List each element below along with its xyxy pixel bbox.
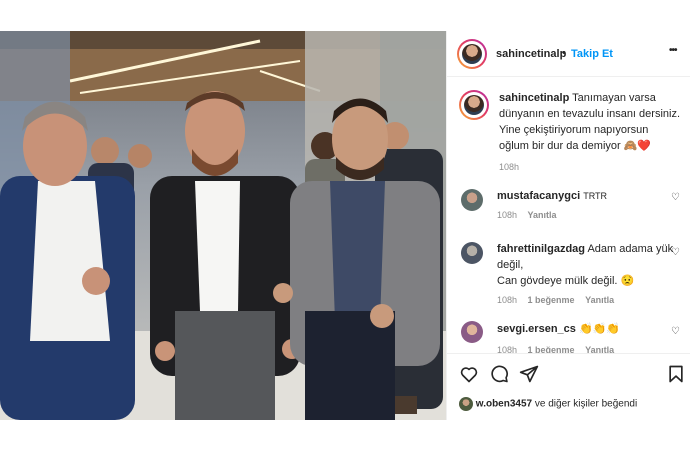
- commenter-avatar[interactable]: [461, 189, 483, 211]
- caption-text-block: sahincetinalp Tanımayan varsa dünyanın e…: [499, 90, 681, 154]
- comment-like-heart-icon[interactable]: ♡: [671, 193, 681, 203]
- likes-line: w.oben3457 ve diğer kişiler beğendi: [459, 397, 689, 411]
- header-separator: •: [562, 47, 566, 59]
- liker-avatar[interactable]: [459, 397, 473, 411]
- comment-likes-count[interactable]: 1 beğenme: [528, 345, 575, 353]
- comment-likes-count[interactable]: 1 beğenme: [528, 295, 575, 305]
- post-actions: w.oben3457 ve diğer kişiler beğendi: [447, 353, 690, 420]
- comment-text-line2: Can gövdeye mülk değil. 😟: [497, 275, 635, 287]
- author-username[interactable]: sahincetinalp: [496, 48, 566, 60]
- comment-item: fahrettinilgazdag Adam adama yük değil, …: [459, 241, 685, 311]
- bookmark-icon[interactable]: [666, 364, 686, 384]
- reply-button[interactable]: Yanıtla: [528, 210, 557, 220]
- heart-icon[interactable]: [459, 364, 479, 384]
- author-avatar[interactable]: [457, 39, 487, 69]
- comment-icon[interactable]: [489, 364, 509, 384]
- comment-username[interactable]: fahrettinilgazdag: [497, 243, 585, 255]
- follow-button[interactable]: Takip Et: [571, 48, 613, 60]
- liker-username[interactable]: w.oben3457: [476, 399, 532, 410]
- likes-rest[interactable]: ve diğer kişiler beğendi: [535, 399, 637, 410]
- comment-username[interactable]: mustafacanygci: [497, 190, 580, 202]
- comment-time[interactable]: 108h: [497, 295, 517, 305]
- comment-item: mustafacanygci TRTR 108h Yanıtla ♡: [459, 188, 685, 228]
- comment-item: sevgi.ersen_cs 👏👏👏 108h 1 beğenme Yanıtl…: [459, 321, 685, 353]
- more-options-icon[interactable]: •••: [669, 45, 677, 56]
- instagram-post: sahincetinalp • Takip Et ••• sahincetina…: [0, 31, 690, 420]
- reply-button[interactable]: Yanıtla: [585, 345, 614, 353]
- comment-text: 👏👏👏: [578, 323, 621, 335]
- caption-username[interactable]: sahincetinalp: [499, 92, 569, 104]
- commenter-avatar[interactable]: [461, 242, 483, 264]
- post-sidebar: sahincetinalp • Takip Et ••• sahincetina…: [446, 31, 690, 420]
- share-icon[interactable]: [519, 364, 539, 384]
- commenter-avatar[interactable]: [461, 321, 483, 343]
- post-photo[interactable]: [0, 31, 446, 420]
- caption-time[interactable]: 108h: [499, 162, 681, 172]
- caption-avatar[interactable]: [459, 90, 489, 120]
- post-header: sahincetinalp • Takip Et •••: [447, 31, 690, 77]
- comment-time[interactable]: 108h: [497, 210, 517, 220]
- comment-like-heart-icon[interactable]: ♡: [671, 327, 681, 337]
- post-photo-illustration: [0, 31, 446, 420]
- comment-text: TRTR: [583, 191, 608, 201]
- reply-button[interactable]: Yanıtla: [585, 295, 614, 305]
- comment-like-heart-icon[interactable]: ♡: [671, 248, 681, 258]
- comment-time[interactable]: 108h: [497, 345, 517, 353]
- comment-username[interactable]: sevgi.ersen_cs: [497, 323, 576, 335]
